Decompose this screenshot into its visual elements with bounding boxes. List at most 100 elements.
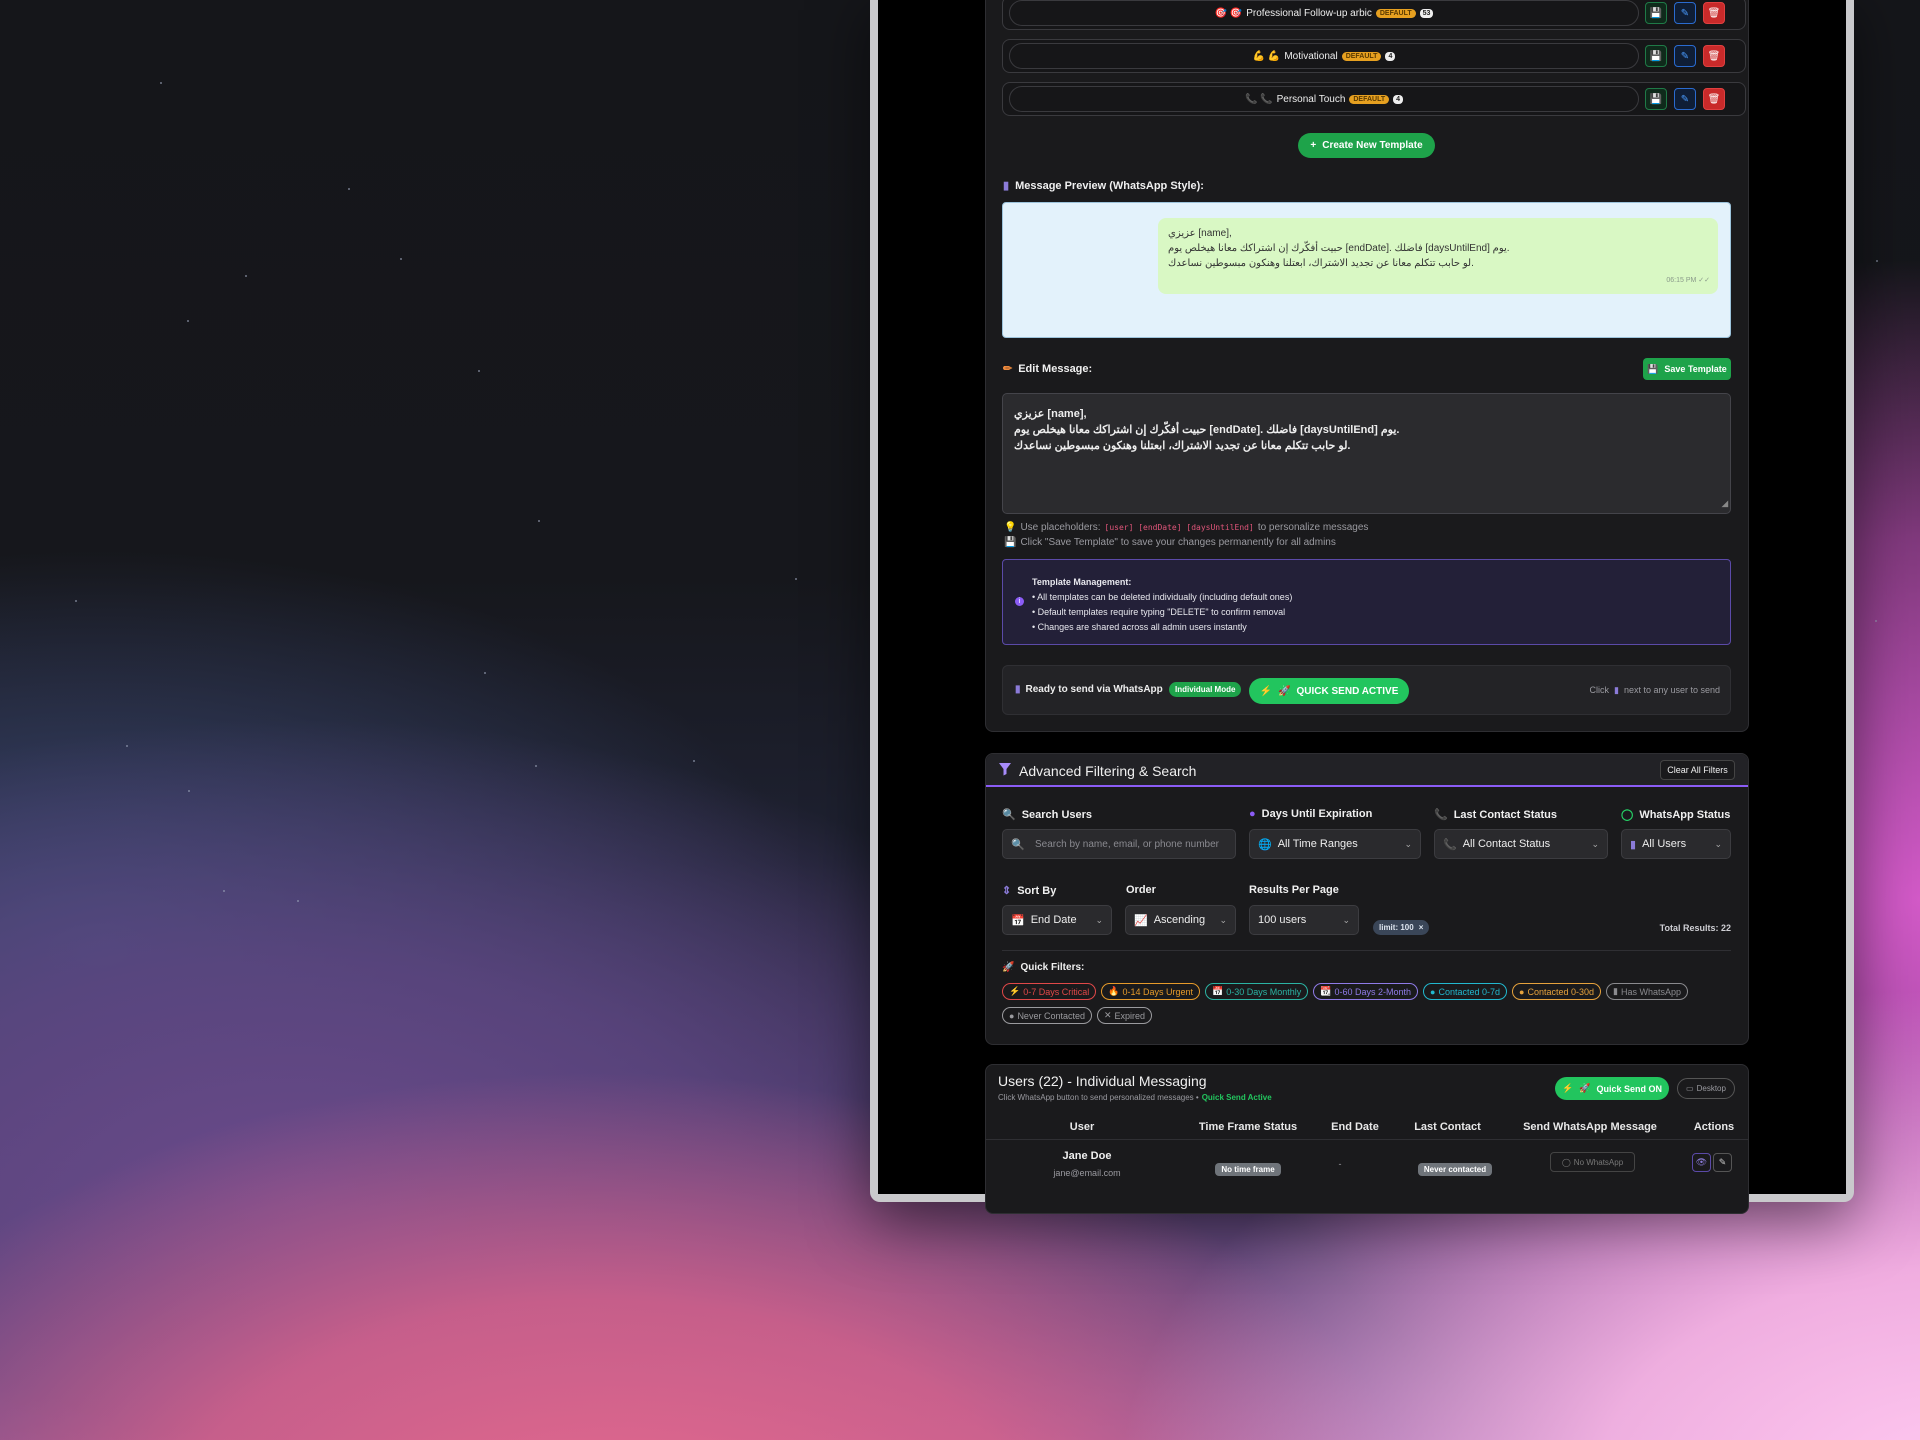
chip-label: Expired [1114,1010,1146,1021]
calendar-icon: 📅 [1011,914,1025,927]
create-template-button[interactable]: + Create New Template [1298,133,1435,158]
close-icon[interactable]: × [1419,923,1424,932]
template-name: Personal Touch [1276,93,1346,105]
column-header[interactable]: Time Frame Status [1188,1121,1308,1133]
sort-icon: ⇕ [1002,885,1012,897]
whatsapp-preview: عزيزي [name], حبيت أفكّرك إن اشتراكك معا… [1002,202,1731,338]
save-icon[interactable]: 💾 [1645,45,1667,67]
select-value: All Contact Status [1462,838,1551,850]
quick-filter-chip[interactable]: ● Never Contacted [1002,1007,1092,1024]
quick-filter-chip[interactable]: 🔥 0-14 Days Urgent [1101,983,1200,1000]
column-header[interactable]: Actions [1686,1121,1742,1133]
template-name-pill[interactable]: 📞 📞 Personal Touch DEFAULT 4 [1009,86,1639,112]
trash-icon[interactable]: 🗑 [1703,2,1725,24]
edit-icon[interactable]: ✎ [1674,45,1696,67]
chip-icon: ● [1430,986,1436,997]
column-header[interactable]: Send WhatsApp Message [1510,1121,1670,1133]
eye-icon[interactable]: 👁 [1692,1153,1711,1172]
label-text: WhatsApp Status [1639,808,1731,821]
chip-label: 0-7 Days Critical [1023,986,1090,997]
quick-send-on-label: Quick Send ON [1596,1083,1662,1094]
total-results: Total Results: 22 [1659,923,1731,933]
quick-send-on-button[interactable]: ⚡ 🚀 Quick Send ON [1555,1077,1669,1100]
chip-label: 0-30 Days Monthly [1226,986,1302,997]
trash-icon[interactable]: 🗑 [1703,45,1725,67]
trash-icon[interactable]: 🗑 [1703,88,1725,110]
lightbulb-icon: 💡 [1004,522,1017,533]
edit-icon[interactable]: ✎ [1713,1153,1732,1172]
desktop-button[interactable]: ▭ Desktop [1677,1078,1735,1099]
end-date-cell: - [1338,1159,1342,1169]
default-badge: DEFAULT [1349,94,1390,104]
save-template-label: Save Template [1664,364,1727,374]
rpp-label: Results Per Page [1249,884,1339,896]
whatsapp-select[interactable]: ▮ All Users ⌄ [1621,829,1731,859]
message-editor[interactable]: عزيزي [name], حبيت أفكّرك إن اشتراكك معا… [1002,393,1731,514]
no-whatsapp-button[interactable]: ◯ No WhatsApp [1550,1152,1635,1172]
quick-filter-chip[interactable]: ▮ Has WhatsApp [1606,983,1688,1000]
target-icon: 🎯 🎯 [1214,7,1243,19]
time-frame-badge: No time frame [1215,1163,1281,1176]
filter-title-text: Advanced Filtering & Search [1019,762,1197,779]
limit-chip: limit: 100 × [1373,920,1430,935]
users-title: Users (22) - Individual Messaging [998,1073,1207,1089]
lightning-icon: ⚡ [1562,1083,1574,1093]
template-name-pill[interactable]: 💪 💪 Motivational DEFAULT 4 [1009,43,1639,69]
lightning-icon: ⚡ [1259,685,1273,697]
quick-filter-chip[interactable]: ● Contacted 0-7d [1423,983,1508,1000]
quick-filter-chip[interactable]: ● Contacted 0-30d [1512,983,1601,1000]
quick-filter-chip[interactable]: ⚡ 0-7 Days Critical [1002,983,1097,1000]
rpp-select[interactable]: 100 users ⌄ [1249,905,1359,935]
save-template-button[interactable]: 💾 Save Template [1643,358,1731,380]
select-value: End Date [1030,914,1077,926]
sort-select[interactable]: 📅 End Date ⌄ [1002,905,1112,935]
clock-icon: ● [1249,808,1256,820]
column-header[interactable]: User [1052,1121,1112,1133]
usage-count-badge: 4 [1385,51,1396,61]
save-icon[interactable]: 💾 [1645,88,1667,110]
preview-line: لو حابب تتكلم معانا عن تجديد الاشتراك، ا… [1168,258,1474,269]
label-text: Last Contact Status [1453,808,1557,821]
chip-label: 0-14 Days Urgent [1122,986,1193,997]
sort-label: ⇕ Sort By [1002,884,1057,898]
contact-select[interactable]: 📞 All Contact Status ⌄ [1434,829,1608,859]
edit-icon[interactable]: ✎ [1674,88,1696,110]
chevron-down-icon: ⌄ [1219,914,1227,925]
chip-label: Never Contacted [1017,1010,1085,1021]
whatsapp-icon: ◯ [1561,1157,1571,1167]
hint-text: Use placeholders: [1020,522,1101,533]
edit-icon[interactable]: ✎ [1674,2,1696,24]
column-header[interactable]: Last Contact [1405,1121,1490,1133]
quick-send-active-button[interactable]: ⚡ 🚀 QUICK SEND ACTIVE [1249,678,1409,704]
users-subtitle: Click WhatsApp button to send personaliz… [998,1093,1272,1102]
chip-label: Contacted 0-30d [1527,986,1594,997]
quick-filter-chip[interactable]: 📆 0-60 Days 2-Month [1313,983,1419,1000]
phone-device-icon: ▮ [1003,180,1010,192]
order-select[interactable]: 📈 Ascending ⌄ [1125,905,1236,935]
chevron-down-icon: ⌄ [1714,838,1722,849]
template-name: Motivational [1284,50,1338,62]
chart-icon: 📈 [1134,914,1148,927]
default-badge: DEFAULT [1341,51,1382,61]
editor-line: حبيت أفكّرك إن اشتراكك معانا هيخلص يوم [… [1014,424,1400,436]
label-text: Sort By [1017,884,1057,897]
management-text: Template Management: • All templates can… [1032,575,1292,635]
no-whatsapp-label: No WhatsApp [1573,1157,1624,1167]
save-icon[interactable]: 💾 [1645,2,1667,24]
select-value: All Users [1642,838,1687,850]
label-text: Search Users [1021,808,1093,821]
user-name: Jane Doe [1062,1150,1112,1162]
quick-filter-chip[interactable]: ✕ Expired [1096,1007,1153,1024]
resize-handle-icon[interactable]: ◢ [1722,496,1728,512]
chevron-down-icon: ⌄ [1342,914,1350,925]
days-select[interactable]: 🌐 All Time Ranges ⌄ [1249,829,1421,859]
search-input[interactable]: 🔍 Search by name, email, or phone number [1002,829,1236,859]
quick-filter-chip[interactable]: 📅 0-30 Days Monthly [1205,983,1309,1000]
days-label: ● Days Until Expiration [1249,808,1372,820]
limit-chip-text: limit: 100 [1379,923,1414,932]
column-header[interactable]: End Date [1320,1121,1390,1133]
clear-filters-button[interactable]: Clear All Filters [1660,760,1735,780]
template-name-pill[interactable]: 🎯 🎯 Professional Follow-up arbic DEFAULT… [1009,0,1639,26]
whatsapp-icon: ◯ [1621,809,1634,821]
management-item: • All templates can be deleted individua… [1032,592,1293,602]
